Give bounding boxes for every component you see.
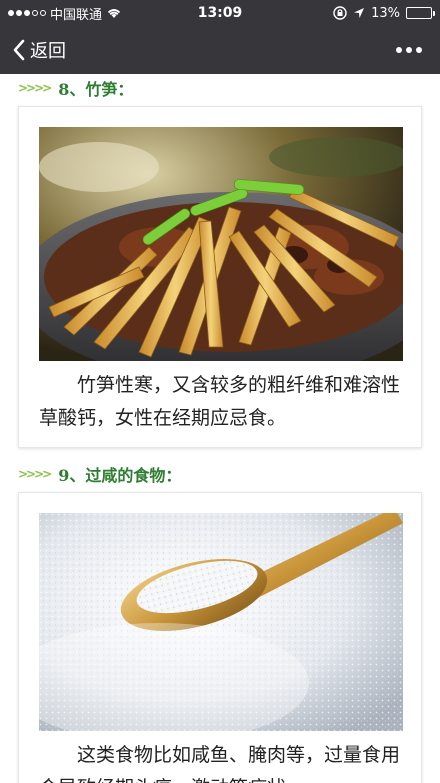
double-arrow-icon: >>>>: [18, 467, 52, 481]
salty-food-card: 这类食物比如咸鱼、腌肉等，过量食用会导致经期头痛、激动等症状。: [18, 492, 422, 783]
location-arrow-icon: [354, 8, 365, 18]
stir-fried-bamboo-shoots-image: [39, 127, 403, 361]
salty-food-caption: 这类食物比如咸鱼、腌肉等，过量食用会导致经期头痛、激动等症状。: [39, 744, 401, 783]
clock: 13:09: [197, 5, 243, 21]
back-button[interactable]: 返回: [12, 37, 66, 63]
back-label: 返回: [30, 41, 66, 62]
rotation-lock-icon: [333, 6, 347, 20]
status-bar: 中国联通 13:09 13%: [0, 0, 440, 26]
double-arrow-icon: >>>>: [18, 81, 52, 95]
article-content[interactable]: >>>> 8、竹笋： 竹笋性寒，又含较多的粗纤维和难溶性草酸钙，女性在经期应忌食…: [0, 74, 440, 783]
nav-bar: 返回: [0, 26, 440, 74]
section-heading-9: >>>> 9、过咸的食物：: [0, 460, 440, 488]
section-title-text: 9、过咸的食物：: [58, 466, 182, 485]
bamboo-shoot-card: 竹笋性寒，又含较多的粗纤维和难溶性草酸钙，女性在经期应忌食。: [18, 106, 422, 448]
section-title-text: 8、竹笋：: [58, 80, 134, 99]
signal-strength-icon: [8, 10, 46, 16]
more-options-button[interactable]: [390, 41, 428, 59]
wifi-icon: [107, 9, 121, 18]
bamboo-shoot-caption: 竹笋性寒，又含较多的粗纤维和难溶性草酸钙，女性在经期应忌食。: [39, 374, 401, 429]
more-dot-icon: [416, 47, 422, 53]
more-dot-icon: [406, 47, 412, 53]
chevron-left-icon: [13, 39, 25, 61]
salt-with-spoon-image: [39, 513, 403, 731]
battery-icon: [406, 7, 435, 19]
more-dot-icon: [396, 47, 402, 53]
battery-percent: 13%: [371, 5, 400, 21]
carrier-label: 中国联通: [50, 7, 103, 23]
status-left: 中国联通: [8, 4, 168, 23]
section-heading-8: >>>> 8、竹笋：: [0, 74, 440, 102]
status-right: 13%: [272, 5, 435, 21]
